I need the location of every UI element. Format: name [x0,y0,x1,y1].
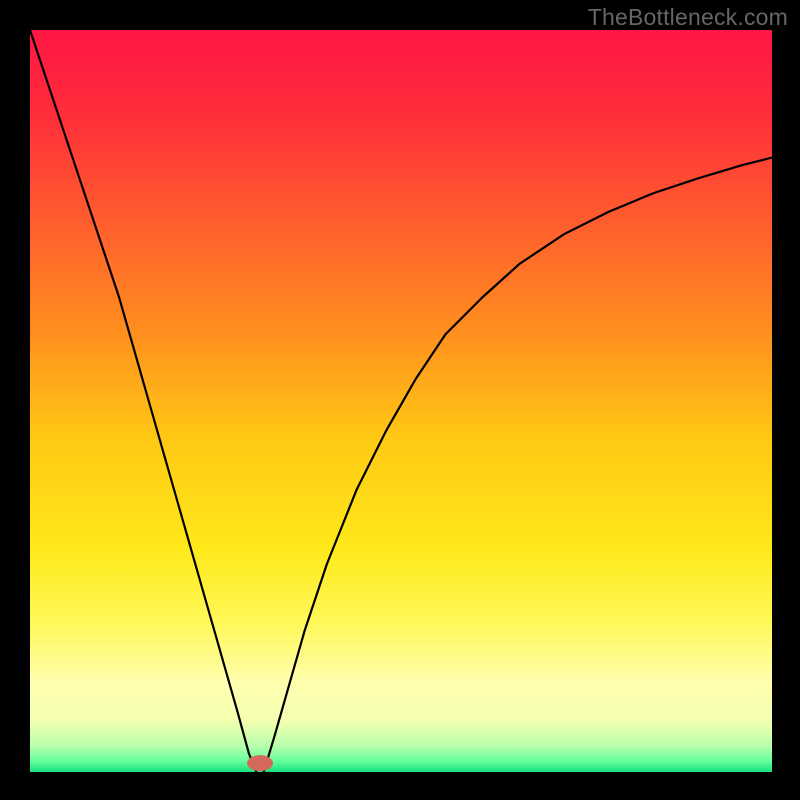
watermark-text: TheBottleneck.com [588,4,788,31]
optimal-point-marker [247,755,273,771]
plot-area [30,30,772,772]
chart-frame: TheBottleneck.com [0,0,800,800]
bottleneck-chart [0,0,800,800]
